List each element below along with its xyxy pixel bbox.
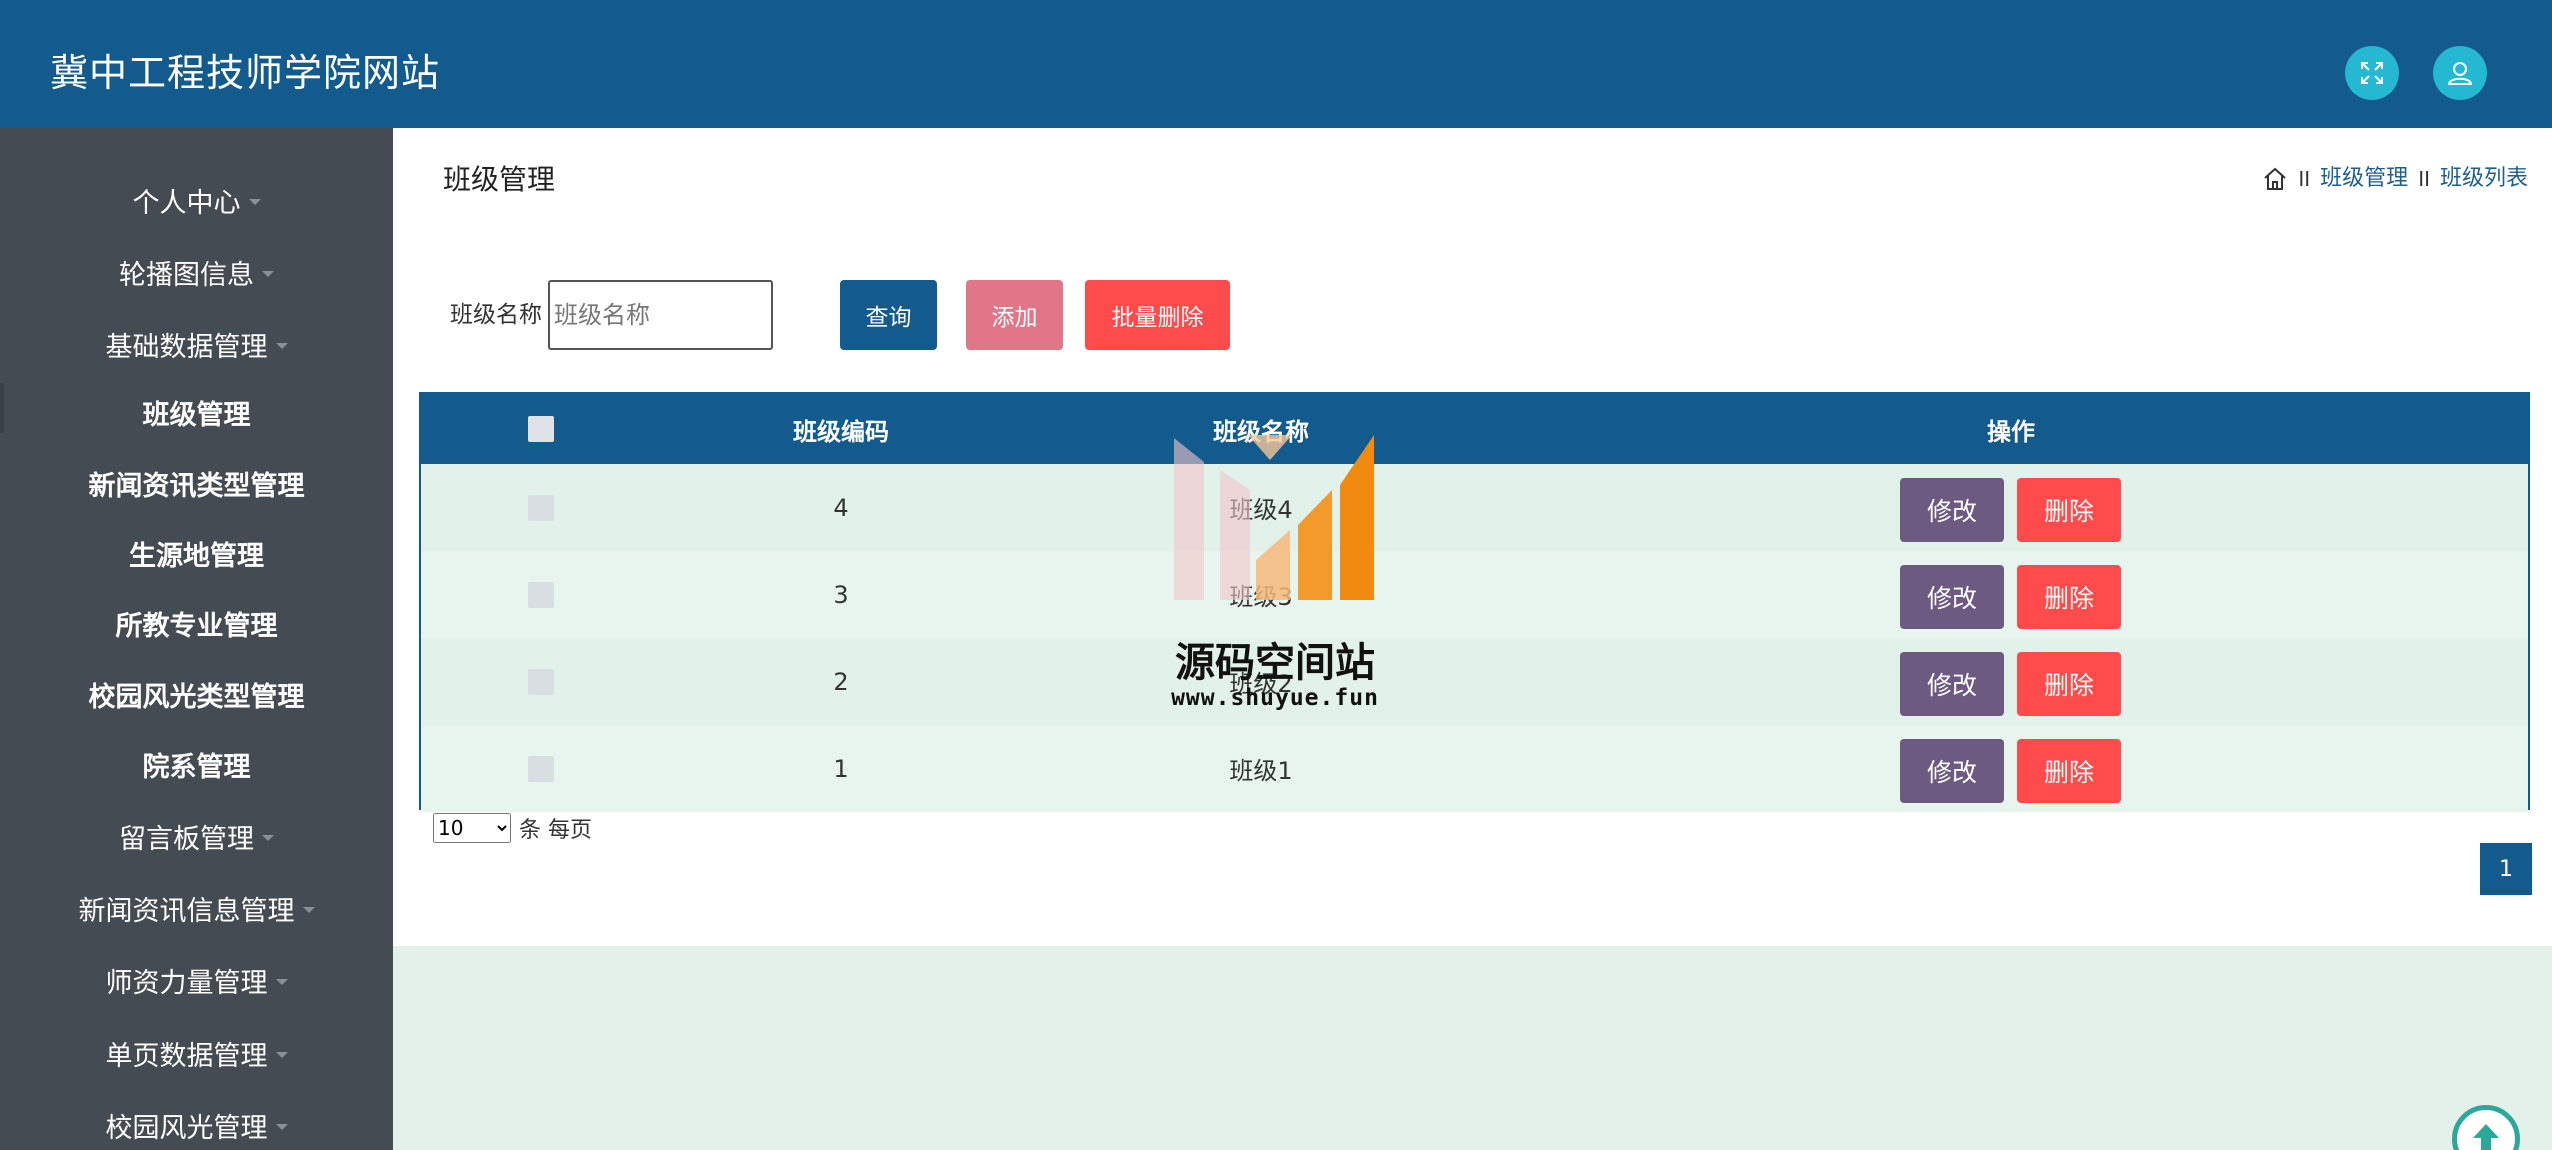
sidebar-item-student-origin[interactable]: 生源地管理 (0, 523, 393, 583)
edit-button[interactable]: 修改 (1900, 478, 2004, 542)
sidebar-item-news-info[interactable]: 新闻资讯信息管理 (0, 878, 393, 938)
batch-delete-button[interactable]: 批量删除 (1085, 280, 1230, 350)
sidebar-item-campus-scenery-type[interactable]: 校园风光类型管理 (0, 664, 393, 724)
caret-down-icon (302, 907, 315, 913)
sidebar-item-label: 个人中心 (132, 187, 241, 219)
user-button[interactable] (2433, 46, 2487, 100)
sidebar-item-label: 所教专业管理 (115, 610, 278, 642)
query-button[interactable]: 查询 (840, 280, 937, 350)
class-name-cell: 班级2 (1229, 670, 1293, 698)
sidebar-item-label: 校园风光管理 (105, 1112, 268, 1144)
caret-down-icon (275, 343, 288, 349)
caret-down-icon (275, 1052, 288, 1058)
back-to-top-button[interactable] (2452, 1105, 2520, 1150)
caret-down-icon (262, 271, 274, 277)
table-row: 1 班级1 修改 删除 (421, 725, 2528, 812)
page-size-select[interactable]: 10 (433, 813, 511, 843)
row-checkbox-cell (511, 638, 571, 725)
column-header-class-code: 班级编码 (793, 417, 889, 446)
class-code-cell: 2 (833, 667, 849, 696)
breadcrumb: II 班级管理 II 班级列表 (2262, 162, 2528, 196)
arrow-up-icon (2473, 1124, 2499, 1150)
page-number-button[interactable]: 1 (2480, 843, 2532, 895)
sidebar-item-label: 师资力量管理 (105, 967, 268, 999)
sidebar-item-label: 新闻资讯信息管理 (78, 895, 295, 927)
class-name-cell: 班级3 (1229, 583, 1293, 611)
add-button[interactable]: 添加 (966, 280, 1063, 350)
sidebar-item-major[interactable]: 所教专业管理 (0, 593, 393, 653)
top-header: 冀中工程技师学院网站 (0, 0, 2552, 128)
sidebar-item-department[interactable]: 院系管理 (0, 734, 393, 794)
row-checkbox-cell (511, 464, 571, 551)
sidebar-item-label: 轮播图信息 (119, 259, 254, 291)
user-icon (2447, 62, 2473, 85)
breadcrumb-item-class-management[interactable]: 班级管理 (2320, 162, 2408, 196)
table-row: 2 班级2 修改 删除 (421, 638, 2528, 725)
sidebar-item-news-type[interactable]: 新闻资讯类型管理 (0, 453, 393, 513)
sidebar-item-message-board[interactable]: 留言板管理 (0, 806, 393, 866)
table-row: 4 班级4 修改 删除 (421, 464, 2528, 551)
page-title: 班级管理 (443, 163, 556, 196)
sidebar-item-carousel[interactable]: 轮播图信息 (0, 242, 393, 302)
sidebar-item-label: 校园风光类型管理 (88, 681, 305, 713)
breadcrumb-separator: II (2298, 167, 2311, 191)
caret-down-icon (262, 835, 274, 841)
class-code-cell: 3 (833, 580, 849, 609)
sidebar-item-label: 生源地管理 (129, 540, 264, 572)
row-checkbox[interactable] (528, 668, 554, 695)
sidebar-item-label: 院系管理 (142, 751, 251, 783)
table-row: 3 班级3 修改 删除 (421, 551, 2528, 638)
sidebar-item-single-page[interactable]: 单页数据管理 (0, 1023, 393, 1083)
site-title: 冀中工程技师学院网站 (50, 51, 441, 95)
breadcrumb-separator: II (2418, 167, 2430, 191)
sidebar-item-label: 基础数据管理 (105, 331, 268, 363)
sidebar-item-campus-scenery[interactable]: 校园风光管理 (0, 1095, 393, 1150)
class-code-cell: 1 (833, 754, 849, 783)
delete-button[interactable]: 删除 (2017, 565, 2121, 629)
home-icon[interactable] (2262, 166, 2288, 192)
column-header-class-name: 班级名称 (1213, 417, 1309, 446)
class-table: 班级编码 班级名称 操作 4 班级4 修改 删除 3 班级3 修改 删除 2 班… (419, 392, 2530, 812)
delete-button[interactable]: 删除 (2017, 739, 2121, 803)
caret-down-icon (275, 979, 288, 985)
sidebar-item-class-management[interactable]: 班级管理 (0, 382, 393, 442)
edit-button[interactable]: 修改 (1900, 739, 2004, 803)
breadcrumb-item-class-list[interactable]: 班级列表 (2440, 162, 2528, 196)
select-all-cell (511, 394, 571, 464)
class-code-cell: 4 (833, 493, 849, 522)
row-checkbox-cell (511, 725, 571, 812)
delete-button[interactable]: 删除 (2017, 652, 2121, 716)
delete-button[interactable]: 删除 (2017, 478, 2121, 542)
class-name-cell: 班级1 (1229, 757, 1293, 785)
page-size-control: 10 条 每页 (433, 812, 592, 844)
sidebar-item-label: 留言板管理 (119, 823, 254, 855)
expand-icon (2361, 62, 2383, 84)
row-checkbox[interactable] (528, 755, 554, 782)
sidebar-item-base-data[interactable]: 基础数据管理 (0, 314, 393, 374)
sidebar-item-label: 新闻资讯类型管理 (88, 470, 305, 502)
sidebar-item-label: 单页数据管理 (105, 1040, 268, 1072)
sidebar-item-label: 班级管理 (142, 399, 251, 431)
sidebar-item-personal-center[interactable]: 个人中心 (0, 170, 393, 230)
row-checkbox[interactable] (528, 581, 554, 608)
table-header: 班级编码 班级名称 操作 (421, 394, 2528, 464)
edit-button[interactable]: 修改 (1900, 565, 2004, 629)
sidebar-item-faculty[interactable]: 师资力量管理 (0, 950, 393, 1010)
class-name-cell: 班级4 (1229, 496, 1293, 524)
search-label: 班级名称 (450, 302, 542, 328)
row-checkbox-cell (511, 551, 571, 638)
fullscreen-button[interactable] (2345, 46, 2399, 100)
sidebar: 个人中心 轮播图信息 基础数据管理 班级管理 新闻资讯类型管理 生源地管理 所教… (0, 128, 393, 1150)
page-size-suffix: 条 每页 (519, 818, 592, 843)
select-all-checkbox[interactable] (528, 416, 554, 442)
class-name-search-input[interactable] (548, 280, 773, 350)
main-panel: 班级管理 II 班级管理 II 班级列表 班级名称 查询 添加 批量删除 班级编… (393, 128, 2552, 946)
row-checkbox[interactable] (528, 494, 554, 521)
caret-down-icon (275, 1124, 288, 1130)
caret-down-icon (248, 199, 261, 205)
column-header-actions: 操作 (1987, 417, 2035, 446)
edit-button[interactable]: 修改 (1900, 652, 2004, 716)
